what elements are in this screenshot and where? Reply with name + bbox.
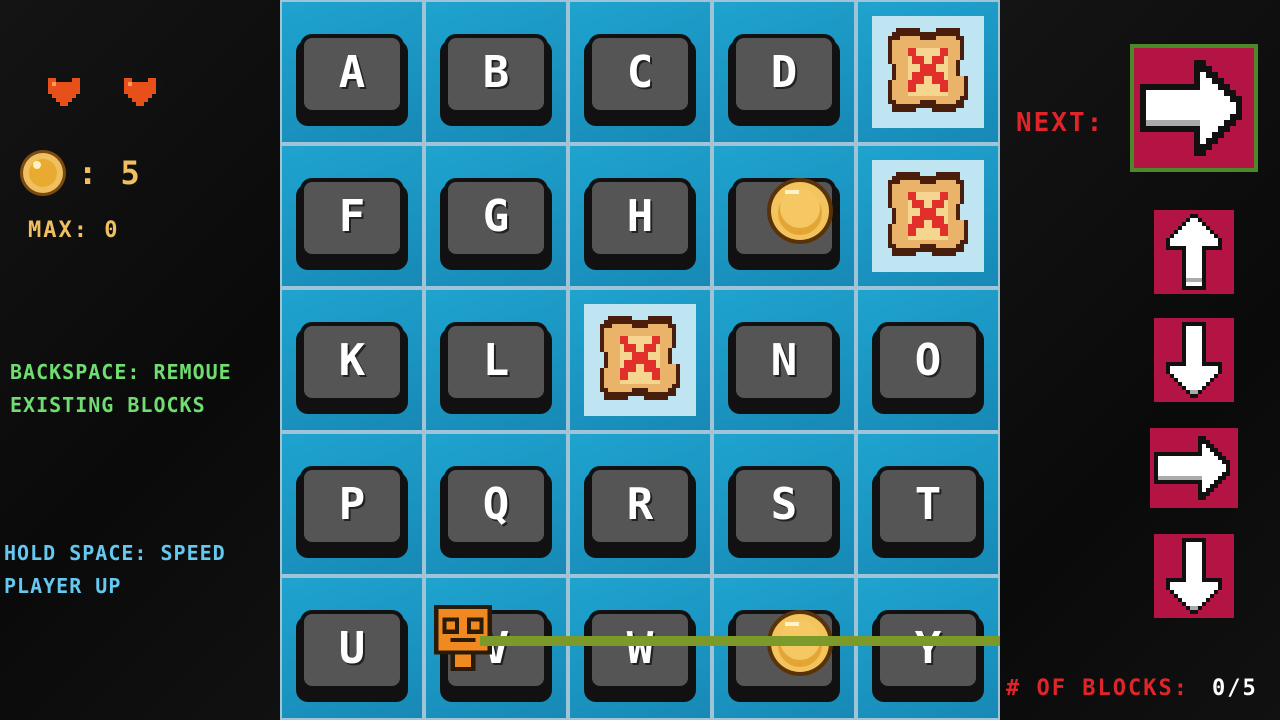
key-letter: B — [482, 46, 510, 98]
grid-cell-q[interactable]: Q — [426, 434, 566, 574]
grid-cell-coin[interactable] — [714, 146, 854, 286]
next-block-preview — [1130, 44, 1258, 172]
key-h[interactable]: H — [584, 178, 696, 270]
coin-key[interactable] — [728, 178, 840, 270]
grid-cell-obstacle — [570, 290, 710, 430]
key-n[interactable]: N — [728, 322, 840, 414]
coin-count: : 5 — [78, 154, 142, 192]
coin-icon — [20, 150, 66, 196]
lives-display — [40, 66, 164, 114]
right-arrow-icon — [1154, 436, 1230, 500]
grid-cell-a[interactable]: A — [282, 2, 422, 142]
grid-cell-k[interactable]: K — [282, 290, 422, 430]
key-letter: N — [770, 334, 798, 386]
game-board: ABCDFGHKLNOPQRST UVWY — [280, 0, 1000, 720]
blocks-count: 0/5 — [1212, 676, 1258, 701]
key-letter: S — [770, 478, 798, 530]
key-letter: K — [338, 334, 366, 386]
key-letter: F — [338, 190, 366, 242]
key-letter: Y — [914, 622, 942, 674]
key-letter: H — [626, 190, 654, 242]
max-score: MAX: 0 — [28, 218, 120, 243]
obstacle-block — [584, 304, 696, 416]
grid-cell-r[interactable]: R — [570, 434, 710, 574]
key-r[interactable]: R — [584, 466, 696, 558]
grid-cell-f[interactable]: F — [282, 146, 422, 286]
grid-cell-w[interactable]: W — [570, 578, 710, 718]
grid-cell-d[interactable]: D — [714, 2, 854, 142]
key-q[interactable]: Q — [440, 466, 552, 558]
key-l[interactable]: L — [440, 322, 552, 414]
key-g[interactable]: G — [440, 178, 552, 270]
grid-cell-n[interactable]: N — [714, 290, 854, 430]
down-arrow-icon — [1166, 322, 1222, 398]
key-b[interactable]: B — [440, 34, 552, 126]
grid-cell-g[interactable]: G — [426, 146, 566, 286]
down-arrow-icon — [1166, 538, 1222, 614]
grid-cell-p[interactable]: P — [282, 434, 422, 574]
key-f[interactable]: F — [296, 178, 408, 270]
key-letter: T — [914, 478, 942, 530]
status-panel: : 5 MAX: 0 BACKSPACE: REMOUE EXISTING BL… — [0, 0, 280, 720]
key-letter: L — [482, 334, 510, 386]
hint-speed-up: HOLD SPACE: SPEED PLAYER UP — [4, 541, 226, 598]
hint-remove-blocks: BACKSPACE: REMOUE EXISTING BLOCKS — [10, 360, 232, 417]
queue-up-arrow — [1154, 210, 1234, 294]
key-letter: C — [626, 46, 654, 98]
grid-cell-t[interactable]: T — [858, 434, 998, 574]
crossed-out-toast-icon — [888, 28, 968, 112]
blocks-label: # OF BLOCKS: — [1006, 676, 1189, 701]
grid-cell-l[interactable]: L — [426, 290, 566, 430]
crossed-out-toast-icon — [600, 316, 680, 400]
grid-cell-u[interactable]: U — [282, 578, 422, 718]
up-arrow-icon — [1166, 214, 1222, 290]
grid-cell-b[interactable]: B — [426, 2, 566, 142]
next-label: NEXT: — [1016, 108, 1105, 138]
key-t[interactable]: T — [872, 466, 984, 558]
key-u[interactable]: U — [296, 610, 408, 702]
grid-cell-y[interactable]: Y — [858, 578, 998, 718]
key-letter: W — [626, 622, 654, 674]
grid-cell-c[interactable]: C — [570, 2, 710, 142]
crossed-out-toast-icon — [888, 172, 968, 256]
key-k[interactable]: K — [296, 322, 408, 414]
key-letter: G — [482, 190, 510, 242]
grid-cell-h[interactable]: H — [570, 146, 710, 286]
obstacle-block — [872, 16, 984, 128]
grid-cell-o[interactable]: O — [858, 290, 998, 430]
key-a[interactable]: A — [296, 34, 408, 126]
key-p[interactable]: P — [296, 466, 408, 558]
key-w[interactable]: W — [584, 610, 696, 702]
grid-cell-obstacle — [858, 146, 998, 286]
coin-key[interactable] — [728, 610, 840, 702]
grid-cell-coin[interactable] — [714, 578, 854, 718]
key-letter: R — [626, 478, 654, 530]
queue-right-arrow — [1150, 428, 1238, 508]
grid-cell-s[interactable]: S — [714, 434, 854, 574]
key-letter: U — [338, 622, 366, 674]
coin-counter: : 5 — [18, 148, 142, 198]
key-c[interactable]: C — [584, 34, 696, 126]
right-arrow-icon — [1140, 60, 1242, 156]
key-o[interactable]: O — [872, 322, 984, 414]
key-s[interactable]: S — [728, 466, 840, 558]
key-letter: P — [338, 478, 366, 530]
grid-cell-obstacle — [858, 2, 998, 142]
coin-icon — [767, 178, 833, 244]
queue-down-arrow — [1154, 534, 1234, 618]
key-letter: D — [770, 46, 798, 98]
key-letter: A — [338, 46, 366, 98]
queue-down-arrow — [1154, 318, 1234, 402]
heart-icon — [116, 74, 164, 110]
key-d[interactable]: D — [728, 34, 840, 126]
heart-icon — [40, 74, 88, 110]
player-path-line — [480, 636, 1000, 646]
key-letter: Q — [482, 478, 510, 530]
key-letter: O — [914, 334, 942, 386]
key-y[interactable]: Y — [872, 610, 984, 702]
obstacle-block — [872, 160, 984, 272]
